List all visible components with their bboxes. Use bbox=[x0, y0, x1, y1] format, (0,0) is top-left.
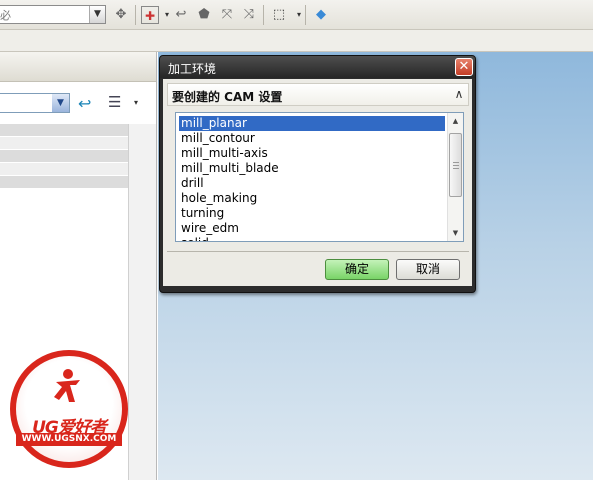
navigator-scrollbar[interactable] bbox=[128, 124, 156, 480]
scroll-up-icon[interactable]: ▲ bbox=[448, 114, 463, 128]
list-item[interactable]: hole_making bbox=[179, 191, 445, 206]
list-item[interactable]: drill bbox=[179, 176, 445, 191]
dialog-divider bbox=[167, 251, 469, 252]
cancel-button[interactable]: 取消 bbox=[396, 259, 460, 280]
logo-url: WWW.UGSNX.COM bbox=[16, 433, 122, 446]
list-item[interactable]: wire_edm bbox=[179, 221, 445, 236]
move-icon[interactable]: ⤨ bbox=[240, 6, 258, 24]
pattern-icon[interactable]: ✥ bbox=[112, 6, 130, 24]
toolbar-strip bbox=[0, 30, 593, 52]
navigator-rows bbox=[0, 124, 128, 189]
grip-line bbox=[453, 162, 459, 163]
list-item[interactable]: mill_multi_blade bbox=[179, 161, 445, 176]
toolbar-combo-value: 必 bbox=[0, 9, 11, 22]
cam-setup-list[interactable]: mill_planar mill_contour mill_multi-axis… bbox=[175, 112, 464, 242]
top-toolbar: 必 ▼ ✥ ✚ ▾ ↩ ⬟ ⤧ ⤨ ⬚ ▾ ◆ bbox=[0, 0, 593, 30]
collapse-icon[interactable]: ∧ bbox=[451, 87, 467, 102]
solid-icon[interactable]: ⬟ bbox=[195, 6, 213, 24]
coordinate-icon[interactable]: ⤧ bbox=[218, 6, 236, 24]
running-man-icon bbox=[54, 369, 80, 402]
list-item[interactable]: mill_contour bbox=[179, 131, 445, 146]
list-scrollbar[interactable]: ▲ ▼ bbox=[447, 113, 463, 241]
select-box-icon[interactable]: ⬚ bbox=[270, 6, 288, 24]
dialog-titlebar[interactable]: 加工环境 ✕ bbox=[160, 56, 475, 78]
grip-line bbox=[453, 168, 459, 169]
chevron-down-icon[interactable]: ▼ bbox=[52, 94, 69, 112]
toolbar-separator bbox=[305, 5, 306, 25]
ug-logo-watermark: UG爱好者 WWW.UGSNX.COM bbox=[8, 350, 130, 470]
navigator-row[interactable] bbox=[0, 137, 128, 149]
navigator-header bbox=[0, 52, 156, 82]
section-header[interactable]: 要创建的 CAM 设置 ∧ bbox=[167, 83, 469, 106]
view-cube-icon[interactable]: ◆ bbox=[312, 6, 330, 24]
dialog-title: 加工环境 bbox=[168, 62, 217, 76]
chevron-down-icon[interactable]: ▼ bbox=[89, 6, 105, 23]
machining-environment-dialog: 加工环境 ✕ 要创建的 CAM 设置 ∧ mill_planar mill_co… bbox=[159, 55, 476, 293]
toolbar-separator bbox=[135, 5, 136, 25]
navigator-row[interactable] bbox=[0, 176, 128, 188]
arc-icon[interactable]: ↩ bbox=[172, 6, 190, 24]
toolbar-combo[interactable]: 必 ▼ bbox=[0, 5, 106, 24]
close-icon[interactable]: ✕ bbox=[455, 58, 473, 76]
ok-button[interactable]: 确定 bbox=[325, 259, 389, 280]
point-icon[interactable]: ✚ bbox=[141, 6, 159, 24]
navigator-row[interactable] bbox=[0, 150, 128, 162]
list-item[interactable]: mill_multi-axis bbox=[179, 146, 445, 161]
navigator-row[interactable] bbox=[0, 163, 128, 175]
list-item[interactable]: solid bbox=[179, 236, 445, 241]
navigator-combo[interactable]: ▼ bbox=[0, 93, 70, 113]
toolbar-separator bbox=[263, 5, 264, 25]
dialog-body: 要创建的 CAM 设置 ∧ mill_planar mill_contour m… bbox=[163, 79, 472, 286]
navigator-row[interactable] bbox=[0, 124, 128, 136]
chevron-down-icon[interactable]: ▾ bbox=[134, 98, 138, 107]
back-arrow-icon[interactable]: ↩ bbox=[78, 94, 91, 113]
list-view-icon[interactable]: ☰ bbox=[108, 93, 121, 111]
scroll-thumb[interactable] bbox=[449, 133, 462, 197]
list-item[interactable]: turning bbox=[179, 206, 445, 221]
section-title: 要创建的 CAM 设置 bbox=[172, 90, 283, 104]
scroll-down-icon[interactable]: ▼ bbox=[448, 226, 463, 240]
list-item[interactable]: mill_planar bbox=[179, 116, 445, 131]
grip-line bbox=[453, 165, 459, 166]
